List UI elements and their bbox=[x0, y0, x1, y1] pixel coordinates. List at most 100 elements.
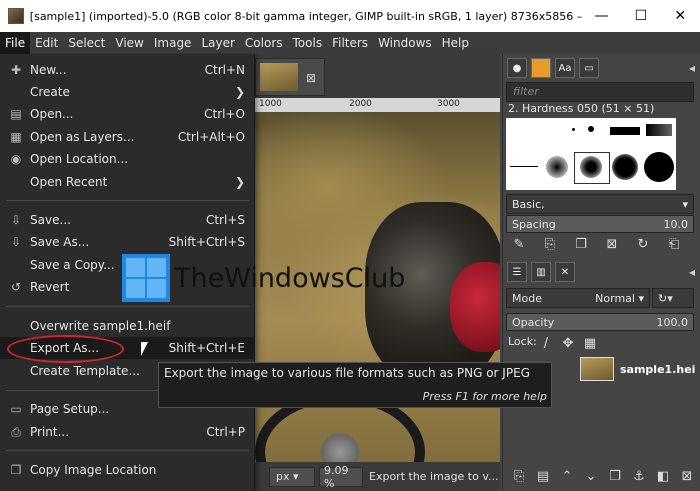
brushes-tab-icon[interactable]: ● bbox=[507, 58, 527, 78]
anchor-layer-icon[interactable]: ⚓ bbox=[628, 466, 650, 486]
preset-value: Basic, bbox=[512, 197, 545, 211]
image-tab[interactable]: ⊠ bbox=[255, 58, 325, 96]
duplicate-brush-icon[interactable]: ❐ bbox=[570, 234, 592, 254]
fonts-tab-icon[interactable]: Aa bbox=[555, 58, 575, 78]
horizontal-ruler: 1000 2000 3000 bbox=[255, 98, 500, 112]
opacity-label: Opacity bbox=[512, 315, 555, 329]
minimize-button[interactable]: — bbox=[582, 0, 621, 32]
menu-item-shortcut: Ctrl+P bbox=[206, 425, 245, 439]
unit-select[interactable]: px ▾ bbox=[269, 466, 315, 487]
menu-layer[interactable]: Layer bbox=[196, 32, 239, 54]
close-icon[interactable]: ⊠ bbox=[306, 71, 316, 85]
layers-dock-tabs: ☰ ▥ ✕ ◂ bbox=[507, 260, 697, 284]
menu-view[interactable]: View bbox=[110, 32, 148, 54]
menu-item-save-as[interactable]: ⇩ Save As... Shift+Ctrl+S bbox=[0, 231, 255, 253]
layer-actions: ⎘ ▤ ⌃ ⌄ ❐ ⚓ ◧ ⊠ bbox=[508, 466, 700, 486]
menu-item-print[interactable]: ⎙ Print... Ctrl+P bbox=[0, 421, 255, 443]
new-brush-icon[interactable]: ⎘ bbox=[539, 234, 561, 254]
dock-menu-icon[interactable]: ◂ bbox=[689, 265, 695, 279]
brush-block bbox=[610, 127, 640, 135]
menu-item-label: Open as Layers... bbox=[30, 130, 135, 144]
menu-item-open-location[interactable]: ◉ Open Location... bbox=[0, 148, 255, 170]
mode-value: Normal bbox=[595, 291, 635, 305]
windows-logo-icon bbox=[122, 254, 170, 302]
brush-selection bbox=[574, 152, 610, 184]
menu-item-save[interactable]: ⇩ Save... Ctrl+S bbox=[0, 209, 255, 231]
new-group-icon[interactable]: ▤ bbox=[532, 466, 554, 486]
lock-position-icon[interactable]: ✥ bbox=[557, 333, 579, 353]
ruler-tick-label: 1000 bbox=[259, 99, 282, 109]
paths-tab-icon[interactable]: ✕ bbox=[555, 262, 575, 282]
lock-pixels-icon[interactable]: / bbox=[535, 333, 557, 353]
brush-grid[interactable] bbox=[506, 118, 676, 190]
unit-value: px bbox=[276, 470, 290, 483]
menu-item-shortcut: Ctrl+S bbox=[205, 213, 245, 227]
menu-colors[interactable]: Colors bbox=[240, 32, 288, 54]
dock-menu-icon[interactable]: ◂ bbox=[689, 61, 695, 75]
brush-dot bbox=[588, 126, 594, 132]
new-layer-icon[interactable]: ⎘ bbox=[508, 466, 530, 486]
menu-item-label: Create bbox=[30, 85, 70, 99]
tooltip: Export the image to various file formats… bbox=[158, 362, 552, 408]
chevron-right-icon: ❯ bbox=[234, 85, 245, 99]
menu-item-label: Open... bbox=[30, 107, 74, 121]
chevron-right-icon: ❯ bbox=[234, 175, 245, 189]
print-icon: ⎙ bbox=[11, 425, 21, 439]
lower-layer-icon[interactable]: ⌄ bbox=[580, 466, 602, 486]
menu-bar: File Edit Select View Image Layer Colors… bbox=[0, 32, 700, 54]
watermark-text: TheWindowsClub bbox=[174, 262, 406, 294]
refresh-brushes-icon[interactable]: ↻ bbox=[632, 234, 654, 254]
close-button[interactable]: ✕ bbox=[661, 0, 700, 32]
tooltip-hint: Press F1 for more help bbox=[422, 390, 547, 403]
menu-filters[interactable]: Filters bbox=[327, 32, 373, 54]
menu-item-open-as-layers[interactable]: ▦ Open as Layers... Ctrl+Alt+O bbox=[0, 126, 255, 148]
brush-dock-tabs: ● Aa ▭ ◂ bbox=[507, 56, 697, 80]
status-bar: px ▾ 9.09 % Export the image to v... bbox=[255, 462, 500, 491]
menu-windows[interactable]: Windows bbox=[373, 32, 437, 54]
motorcycle-tank bbox=[450, 262, 500, 352]
layer-mode-select[interactable]: Mode Normal ▾ bbox=[506, 288, 650, 308]
menu-select[interactable]: Select bbox=[63, 32, 110, 54]
menu-item-open-recent[interactable]: Open Recent ❯ bbox=[0, 171, 255, 193]
zoom-value: 9.09 % bbox=[324, 463, 349, 490]
menu-item-overwrite[interactable]: Overwrite sample1.heif bbox=[0, 315, 255, 337]
brush-folder-icon[interactable]: ⎗ bbox=[663, 234, 685, 254]
lock-controls: / ✥ ▦ bbox=[535, 333, 601, 353]
menu-help[interactable]: Help bbox=[437, 32, 474, 54]
lock-alpha-icon[interactable]: ▦ bbox=[579, 333, 601, 353]
brush-filter-input[interactable]: filter bbox=[506, 82, 694, 102]
mask-layer-icon[interactable]: ◧ bbox=[652, 466, 674, 486]
menu-file[interactable]: File bbox=[0, 32, 31, 54]
delete-brush-icon[interactable]: ⊠ bbox=[601, 234, 623, 254]
zoom-select[interactable]: 9.09 % bbox=[319, 463, 363, 490]
menu-item-label: Save... bbox=[30, 213, 71, 227]
patterns-tab-icon[interactable] bbox=[531, 58, 551, 78]
menu-tools[interactable]: Tools bbox=[288, 32, 328, 54]
opacity-slider[interactable]: Opacity 100.0 bbox=[506, 313, 694, 331]
menu-edit[interactable]: Edit bbox=[30, 32, 63, 54]
layers-icon: ▦ bbox=[10, 130, 22, 144]
layers-tab-icon[interactable]: ☰ bbox=[507, 262, 527, 282]
menu-item-open[interactable]: ▤ Open... Ctrl+O bbox=[0, 103, 255, 125]
image-tab-thumbnail bbox=[260, 63, 298, 91]
menu-item-new[interactable]: ✚ New... Ctrl+N bbox=[0, 59, 255, 81]
brush-preset-select[interactable]: Basic, ▾ bbox=[506, 194, 694, 214]
document-tab-icon[interactable]: ▭ bbox=[579, 58, 599, 78]
copy-icon: ❐ bbox=[10, 463, 22, 477]
globe-icon: ◉ bbox=[10, 152, 22, 166]
maximize-button[interactable]: ☐ bbox=[621, 0, 660, 32]
brush-actions: ✎ ⎘ ❐ ⊠ ↻ ⎗ bbox=[508, 234, 694, 254]
mode-label: Mode bbox=[512, 291, 542, 305]
duplicate-layer-icon[interactable]: ❐ bbox=[604, 466, 626, 486]
raise-layer-icon[interactable]: ⌃ bbox=[556, 466, 578, 486]
mode-switch-button[interactable]: ↻▾ bbox=[652, 288, 694, 308]
delete-layer-icon[interactable]: ⊠ bbox=[676, 466, 698, 486]
edit-brush-icon[interactable]: ✎ bbox=[508, 234, 530, 254]
menu-separator bbox=[6, 450, 249, 451]
channels-tab-icon[interactable]: ▥ bbox=[531, 262, 551, 282]
menu-image[interactable]: Image bbox=[149, 32, 197, 54]
spacing-slider[interactable]: Spacing 10.0 bbox=[506, 215, 694, 233]
menu-item-copy-location[interactable]: ❐ Copy Image Location bbox=[0, 459, 255, 481]
brush-block bbox=[646, 124, 672, 136]
menu-item-create[interactable]: Create ❯ bbox=[0, 81, 255, 103]
